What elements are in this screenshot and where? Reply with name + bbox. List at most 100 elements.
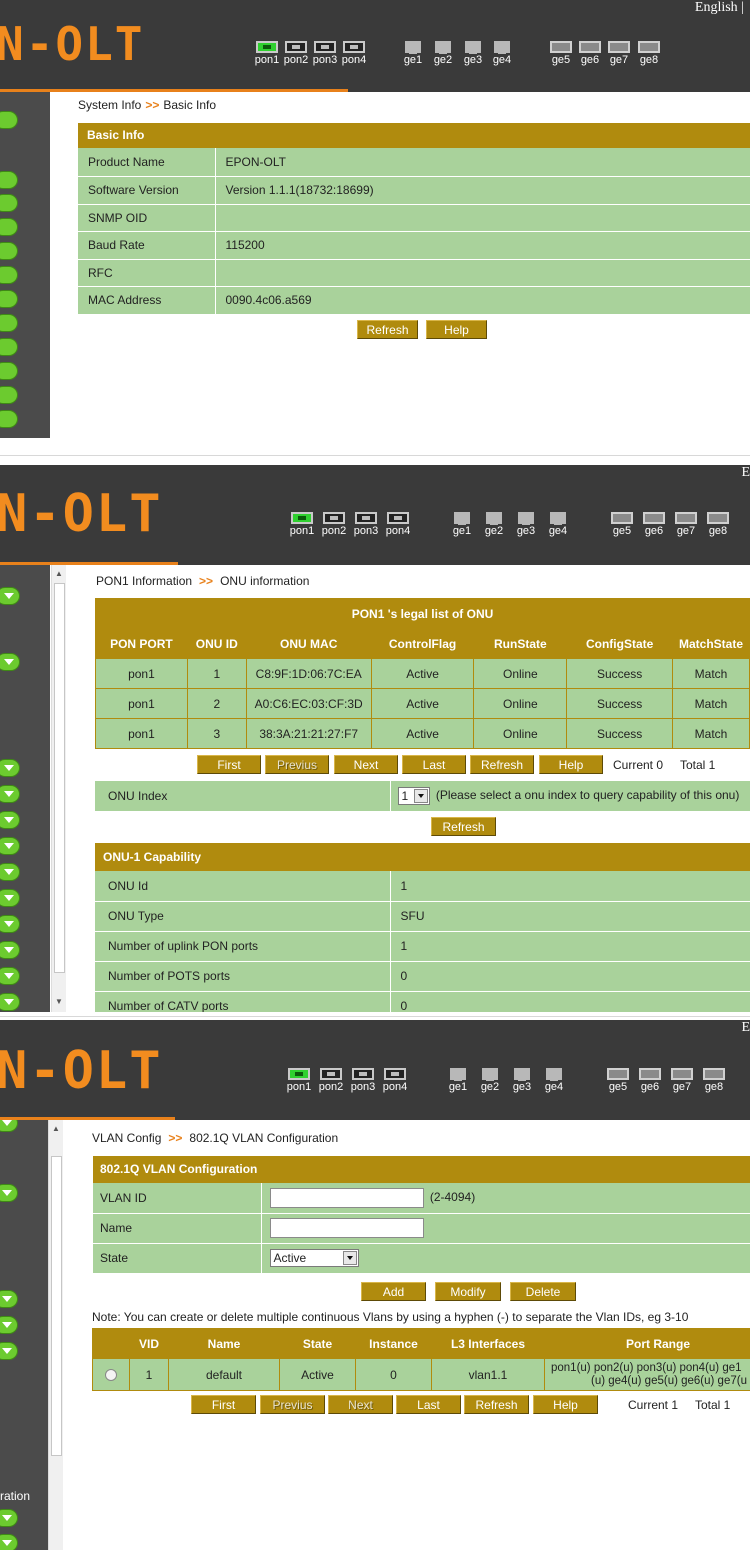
last-page-button[interactable]: Last [402,755,466,774]
port-pon2[interactable]: pon2 [318,1068,344,1093]
scroll-up-icon[interactable]: ▲ [55,569,63,578]
port-ge8[interactable]: ge8 [701,1068,727,1093]
onu-index-select[interactable]: 1 [397,786,430,805]
previous-page-button[interactable]: Previus [265,755,329,774]
refresh-button[interactable]: Refresh [357,320,418,339]
menu-toggle-icon[interactable] [0,1184,18,1202]
sidebar-item-label[interactable]: ration [0,1489,30,1503]
last-page-button[interactable]: Last [396,1395,461,1414]
port-ge1[interactable]: ge1 [445,1068,471,1093]
port-pon4[interactable]: pon4 [382,1068,408,1093]
refresh-button[interactable]: Refresh [464,1395,529,1414]
port-ge3[interactable]: ge3 [513,512,539,537]
menu-toggle-icon[interactable] [0,1534,18,1550]
menu-toggle-icon[interactable] [0,242,18,260]
port-ge1[interactable]: ge1 [400,41,426,66]
menu-toggle-icon[interactable] [0,811,20,829]
menu-toggle-icon[interactable] [0,410,18,428]
sidebar-scrollbar[interactable]: ▲ [48,1120,63,1550]
port-ge3[interactable]: ge3 [460,41,486,66]
next-page-button[interactable]: Next [328,1395,393,1414]
table-row[interactable]: 1 default Active 0 vlan1.1 pon1(u) pon2(… [92,1358,750,1391]
table-row[interactable]: pon1 2 A0:C6:EC:03:CF:3D Active Online Succes… [95,688,750,719]
scrollbar-thumb[interactable] [54,583,65,973]
menu-toggle-icon[interactable] [0,1342,18,1360]
language-link[interactable]: E [741,1020,750,1036]
port-ge7[interactable]: ge7 [606,41,632,66]
port-pon3[interactable]: pon3 [353,512,379,537]
onu-refresh-button[interactable]: Refresh [431,817,496,836]
menu-toggle-icon[interactable] [0,889,20,907]
scroll-down-icon[interactable]: ▼ [55,997,63,1006]
menu-toggle-icon[interactable] [0,290,18,308]
help-button[interactable]: Help [533,1395,598,1414]
breadcrumb-parent[interactable]: PON1 Information [96,574,192,588]
help-button[interactable]: Help [426,320,487,339]
add-button[interactable]: Add [361,1282,426,1301]
language-link[interactable]: E [741,465,750,481]
port-ge1[interactable]: ge1 [449,512,475,537]
port-ge2[interactable]: ge2 [477,1068,503,1093]
scrollbar-thumb[interactable] [51,1156,62,1456]
menu-toggle-icon[interactable] [0,314,18,332]
menu-toggle-icon[interactable] [0,1509,18,1527]
port-pon2[interactable]: pon2 [283,41,309,66]
menu-toggle-icon[interactable] [0,362,18,380]
port-ge2[interactable]: ge2 [481,512,507,537]
menu-toggle-icon[interactable] [0,386,18,404]
menu-toggle-icon[interactable] [0,111,18,129]
menu-toggle-icon[interactable] [0,1120,18,1132]
port-ge4[interactable]: ge4 [545,512,571,537]
port-pon4[interactable]: pon4 [385,512,411,537]
menu-toggle-icon[interactable] [0,218,18,236]
breadcrumb-parent[interactable]: System Info [78,98,141,112]
help-button[interactable]: Help [539,755,603,774]
menu-toggle-icon[interactable] [0,993,20,1011]
first-page-button[interactable]: First [197,755,261,774]
port-ge6[interactable]: ge6 [637,1068,663,1093]
port-ge8[interactable]: ge8 [705,512,731,537]
menu-toggle-icon[interactable] [0,863,20,881]
menu-toggle-icon[interactable] [0,1290,18,1308]
menu-toggle-icon[interactable] [0,338,18,356]
scroll-up-icon[interactable]: ▲ [52,1124,60,1133]
menu-toggle-icon[interactable] [0,1316,18,1334]
port-ge2[interactable]: ge2 [430,41,456,66]
menu-toggle-icon[interactable] [0,587,20,605]
next-page-button[interactable]: Next [334,755,398,774]
table-row[interactable]: pon1 3 38:3A:21:21:27:F7 Active Online Succes… [95,718,750,749]
table-row[interactable]: pon1 1 C8:9F:1D:06:7C:EA Active Online Succes… [95,658,750,689]
name-input[interactable] [269,1218,424,1238]
language-link[interactable]: English | [695,0,744,16]
port-ge6[interactable]: ge6 [641,512,667,537]
menu-toggle-icon[interactable] [0,941,20,959]
menu-toggle-icon[interactable] [0,171,18,189]
port-ge4[interactable]: ge4 [541,1068,567,1093]
delete-button[interactable]: Delete [510,1282,576,1301]
port-ge5[interactable]: ge5 [609,512,635,537]
row-select-radio[interactable] [105,1369,117,1382]
port-pon3[interactable]: pon3 [350,1068,376,1093]
port-ge3[interactable]: ge3 [509,1068,535,1093]
menu-toggle-icon[interactable] [0,967,20,985]
breadcrumb-parent[interactable]: VLAN Config [92,1131,161,1145]
port-ge8[interactable]: ge8 [636,41,662,66]
port-pon4[interactable]: pon4 [341,41,367,66]
previous-page-button[interactable]: Previus [260,1395,325,1414]
menu-toggle-icon[interactable] [0,266,18,284]
menu-toggle-icon[interactable] [0,785,20,803]
port-pon1[interactable]: pon1 [254,41,280,66]
port-ge5[interactable]: ge5 [605,1068,631,1093]
port-pon1[interactable]: pon1 [286,1068,312,1093]
port-pon2[interactable]: pon2 [321,512,347,537]
port-ge7[interactable]: ge7 [673,512,699,537]
port-ge5[interactable]: ge5 [548,41,574,66]
port-pon3[interactable]: pon3 [312,41,338,66]
menu-toggle-icon[interactable] [0,759,20,777]
vlan-id-input[interactable] [269,1187,424,1208]
state-select[interactable]: Active [269,1249,359,1267]
refresh-button[interactable]: Refresh [470,755,534,774]
menu-toggle-icon[interactable] [0,653,20,671]
modify-button[interactable]: Modify [435,1282,501,1301]
menu-toggle-icon[interactable] [0,837,20,855]
